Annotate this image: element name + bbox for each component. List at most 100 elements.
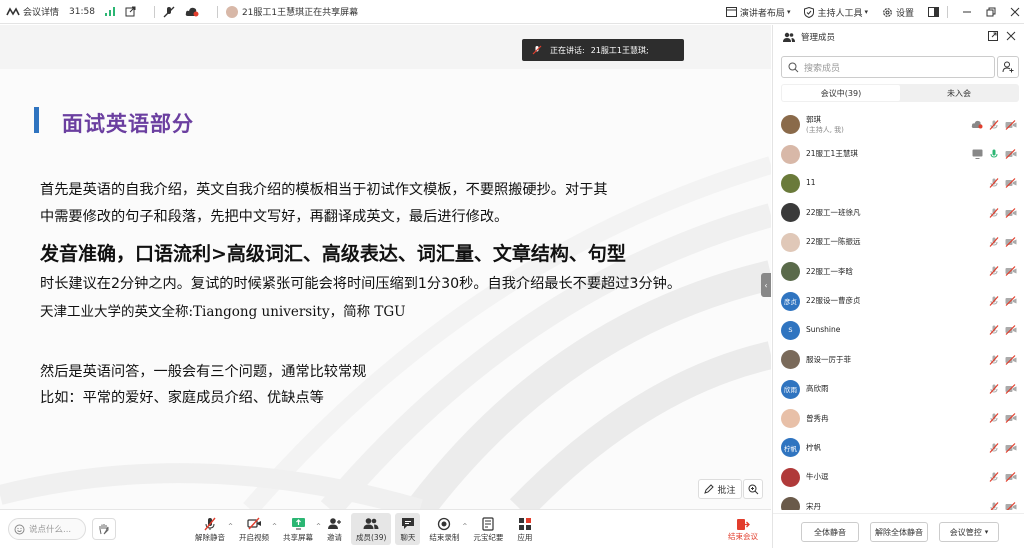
stop-recording-button[interactable]: 结束录制 ^ xyxy=(424,513,467,545)
member-row[interactable]: 柠帆 柠帆 xyxy=(773,433,1024,462)
member-row[interactable]: 宋丹 xyxy=(773,492,1024,510)
slide-text-line: 然后是英语问答，一般会有三个问题，通常比较常规 xyxy=(40,364,367,380)
camera-off-icon[interactable] xyxy=(1005,295,1017,306)
mic-off-icon[interactable] xyxy=(989,413,999,424)
members-button[interactable]: 成员(39) xyxy=(351,513,392,545)
mic-off-icon[interactable] xyxy=(163,6,175,18)
camera-off-icon[interactable] xyxy=(1005,442,1017,453)
mic-off-icon[interactable] xyxy=(989,354,999,365)
zoom-button[interactable] xyxy=(743,479,763,499)
slide-text-line: 比如：平常的爱好、家庭成员介绍、优缺点等 xyxy=(40,390,324,406)
meeting-notes-button[interactable]: 元宝纪要 xyxy=(468,513,508,545)
camera-off-icon[interactable] xyxy=(1005,354,1017,365)
tab-not-joined[interactable]: 未入会 xyxy=(900,85,1018,101)
search-placeholder: 搜索成员 xyxy=(804,63,841,74)
chat-input[interactable]: 说点什么... xyxy=(8,518,86,540)
meeting-info-button[interactable]: 会议详情 xyxy=(6,5,59,18)
chevron-up-icon[interactable]: ^ xyxy=(228,523,233,530)
mic-off-icon[interactable] xyxy=(989,325,999,336)
member-name: Sunshine xyxy=(806,325,841,335)
panel-title: 管理成员 xyxy=(801,33,836,43)
camera-off-icon[interactable] xyxy=(1005,325,1017,336)
mic-on-icon[interactable] xyxy=(989,149,999,159)
mic-off-icon[interactable] xyxy=(989,384,999,394)
camera-off-icon[interactable] xyxy=(1005,119,1017,130)
camera-off-icon[interactable] xyxy=(1005,266,1017,277)
member-row[interactable]: 22服工一班徐凡 xyxy=(773,198,1024,227)
member-row[interactable]: 欣雨 高欣雨 xyxy=(773,375,1024,404)
mic-off-icon[interactable] xyxy=(989,119,999,130)
member-row[interactable]: 22服工一陈振远 xyxy=(773,228,1024,257)
external-link-icon[interactable] xyxy=(125,6,136,17)
mic-off-icon[interactable] xyxy=(989,237,999,247)
add-user-icon xyxy=(1002,61,1014,73)
chat-placeholder: 说点什么... xyxy=(29,525,72,535)
add-member-button[interactable] xyxy=(997,56,1019,78)
invite-button[interactable]: 邀请 xyxy=(322,513,347,545)
member-row[interactable]: S Sunshine xyxy=(773,316,1024,345)
share-screen-button[interactable]: 共享屏幕 ^ xyxy=(278,513,321,545)
chevron-up-icon[interactable]: ^ xyxy=(316,523,321,530)
layout-icon xyxy=(725,7,737,17)
member-row[interactable]: 曾秀冉 xyxy=(773,404,1024,433)
chat-button[interactable]: 聊天 xyxy=(395,513,421,545)
camera-off-icon[interactable] xyxy=(1005,178,1017,189)
layout-button[interactable]: 演讲者布局 ▾ xyxy=(725,6,790,19)
members-icon xyxy=(363,516,379,532)
mic-off-icon[interactable] xyxy=(989,207,999,218)
start-video-button[interactable]: 开启视频 ^ xyxy=(234,513,277,545)
annotate-button[interactable]: 批注 xyxy=(698,479,742,499)
mic-off-icon[interactable] xyxy=(989,178,999,189)
end-meeting-button[interactable]: 结束会议 xyxy=(724,516,762,544)
camera-off-icon[interactable] xyxy=(1005,472,1017,483)
camera-off-icon[interactable] xyxy=(1005,207,1017,218)
apps-button[interactable]: 应用 xyxy=(512,513,537,545)
unmute-button[interactable]: 解除静音 ^ xyxy=(190,513,233,545)
layout-label: 演讲者布局 xyxy=(739,8,785,19)
tool-label: 聊天 xyxy=(400,532,416,542)
member-row[interactable]: 彦贞 22服设一曹彦贞 xyxy=(773,286,1024,315)
tool-label: 结束录制 xyxy=(429,532,460,542)
member-search-input[interactable]: 搜索成员 xyxy=(781,56,995,78)
panel-collapse-handle[interactable]: ‹ xyxy=(761,273,771,297)
close-icon[interactable] xyxy=(1010,7,1020,17)
tab-in-meeting[interactable]: 会议中(39) xyxy=(782,85,900,101)
chevron-up-icon[interactable]: ^ xyxy=(272,523,277,530)
tool-label: 共享屏幕 xyxy=(283,532,313,542)
host-tools-button[interactable]: 主持人工具 ▾ xyxy=(804,6,868,19)
camera-off-icon[interactable] xyxy=(1005,237,1017,247)
mic-off-icon[interactable] xyxy=(989,472,999,483)
member-row[interactable]: 11 xyxy=(773,169,1024,198)
cloud-record-icon[interactable] xyxy=(185,7,199,17)
chevron-up-icon[interactable]: ^ xyxy=(462,523,467,530)
tencent-meeting-logo-icon xyxy=(6,6,20,17)
member-row[interactable]: 21服工1王慧琪 xyxy=(773,139,1024,168)
meeting-control-button[interactable]: 会议管控 ▾ xyxy=(939,522,999,542)
slide-emphasis-line: 发音准确，口语流利>高级词汇、高级表达、词汇量、文章结构、句型 xyxy=(40,243,626,265)
member-info: 郭琪 (主持人, 我) xyxy=(806,115,844,135)
camera-off-icon[interactable] xyxy=(1005,413,1017,424)
member-row[interactable]: 牛小逗 xyxy=(773,463,1024,492)
minimize-icon[interactable] xyxy=(962,7,972,17)
camera-off-icon[interactable] xyxy=(1005,501,1017,510)
raise-hand-button[interactable] xyxy=(92,518,116,540)
settings-button[interactable]: 设置 xyxy=(882,6,914,19)
mic-off-icon[interactable] xyxy=(989,266,999,277)
mic-off-icon[interactable] xyxy=(989,442,999,453)
sidebar-toggle-icon[interactable] xyxy=(928,7,939,17)
camera-off-icon[interactable] xyxy=(1005,148,1017,159)
member-row[interactable]: 服设一厉于菲 xyxy=(773,345,1024,374)
close-icon[interactable] xyxy=(1006,31,1016,41)
member-info: 22服工一陈振远 xyxy=(806,237,861,247)
mute-all-button[interactable]: 全体静音 xyxy=(801,522,859,542)
popout-icon[interactable] xyxy=(988,31,998,41)
mic-off-icon[interactable] xyxy=(989,295,999,306)
restore-icon[interactable] xyxy=(986,7,996,17)
unmute-all-button[interactable]: 解除全体静音 xyxy=(870,522,928,542)
mic-off-icon[interactable] xyxy=(989,501,999,510)
camera-off-icon[interactable] xyxy=(1005,384,1017,394)
member-row[interactable]: 22服工一李晗 xyxy=(773,257,1024,286)
member-row[interactable]: 郭琪 (主持人, 我) xyxy=(773,110,1024,139)
screen-share-icon xyxy=(972,149,983,159)
member-name: 22服工一班徐凡 xyxy=(806,207,861,217)
